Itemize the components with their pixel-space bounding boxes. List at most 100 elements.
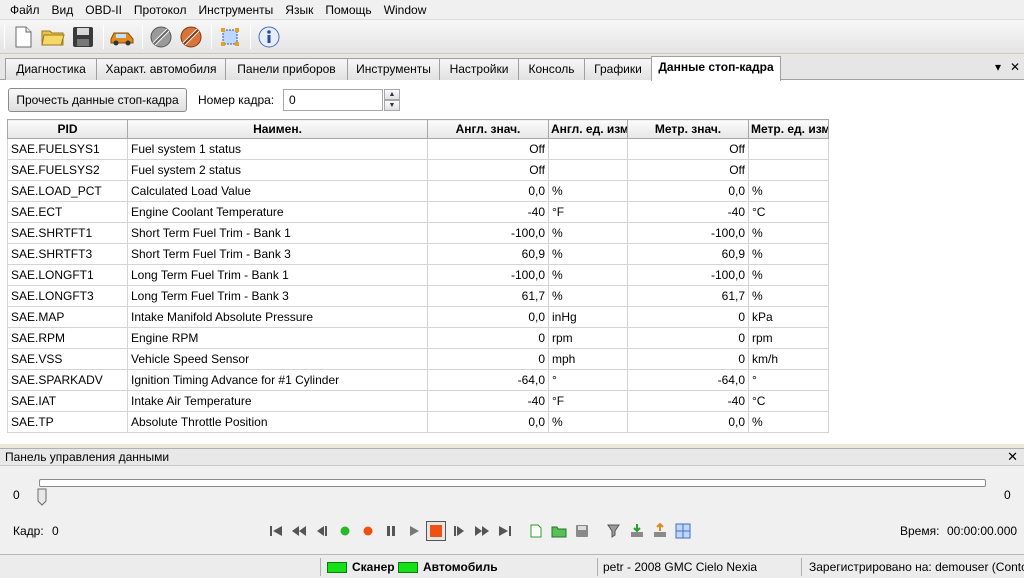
select-frame-icon[interactable]	[216, 23, 244, 51]
filter-icon[interactable]	[604, 521, 624, 541]
record-icon[interactable]	[358, 521, 378, 541]
menu-item-2[interactable]: OBD-II	[79, 0, 128, 20]
menu-item-5[interactable]: Язык	[279, 0, 319, 20]
tab-freeze-frame[interactable]: Данные стоп-кадра	[651, 56, 781, 81]
pid-cell: SAE.SPARKADV	[7, 369, 128, 391]
step-back-icon[interactable]	[312, 521, 332, 541]
tab-dashboards[interactable]: Панели приборов	[225, 58, 348, 80]
menu-item-4[interactable]: Инструменты	[192, 0, 279, 20]
spin-down-icon[interactable]: ▼	[384, 100, 400, 111]
menu-item-6[interactable]: Помощь	[319, 0, 377, 20]
menu-item-7[interactable]: Window	[378, 0, 433, 20]
name-cell: Vehicle Speed Sensor	[127, 348, 428, 370]
menu-bar: Файл Вид OBD-II Протокол Инструменты Язык Помо…	[0, 0, 1024, 20]
fast-forward-icon[interactable]	[472, 521, 492, 541]
stop-icon[interactable]	[426, 521, 446, 541]
toolbar-grip	[4, 24, 5, 49]
tab-graphs[interactable]: Графики	[584, 58, 652, 80]
new-file-icon[interactable]	[9, 23, 37, 51]
import-icon[interactable]	[627, 521, 647, 541]
tab-strip: Диагностика Характ. автомобиля Панели пр…	[0, 55, 1024, 81]
english-unit-cell	[548, 138, 628, 160]
english-value-cell: 60,9	[427, 243, 549, 265]
tab-vehicle-info[interactable]: Характ. автомобиля	[96, 58, 226, 80]
tab-tools[interactable]: Инструменты	[347, 58, 440, 80]
column-header-english-unit[interactable]: Англ. ед. изм.	[548, 119, 628, 139]
car-icon[interactable]	[108, 23, 136, 51]
toolbar-separator	[103, 24, 104, 49]
pid-cell: SAE.SHRTFT1	[7, 222, 128, 244]
open-folder-icon[interactable]	[39, 23, 67, 51]
table-row[interactable]: SAE.FUELSYS1 Fuel system 1 status Off Off	[7, 138, 829, 160]
table-row[interactable]: SAE.TP Absolute Throttle Position 0,0% 0,0%	[7, 411, 829, 433]
column-header-pid[interactable]: PID	[7, 119, 128, 139]
freeze-frame-panel: Прочесть данные стоп-кадра Номер кадра: …	[0, 80, 1024, 444]
open-log-icon[interactable]	[549, 521, 569, 541]
new-log-icon[interactable]	[526, 521, 546, 541]
table-row[interactable]: SAE.LONGFT3 Long Term Fuel Trim - Bank 36…	[7, 285, 829, 307]
english-unit-cell: inHg	[548, 306, 628, 328]
tab-menu-icon[interactable]: ▾	[990, 59, 1006, 75]
pause-icon[interactable]	[381, 521, 401, 541]
read-freeze-frame-button[interactable]: Прочесть данные стоп-кадра	[8, 88, 187, 112]
scanner-label: Сканер	[352, 560, 395, 574]
table-row[interactable]: SAE.VSS Vehicle Speed Sensor 0 mph 0 km/h	[7, 348, 829, 370]
english-unit-cell: °F	[548, 390, 628, 412]
table-row[interactable]: SAE.MAP Intake Manifold Absolute Pressure…	[7, 306, 829, 328]
play-icon[interactable]	[404, 521, 424, 541]
slider-thumb[interactable]	[37, 488, 47, 506]
play-green-icon[interactable]	[335, 521, 355, 541]
column-header-metric-value[interactable]: Метр. знач.	[627, 119, 749, 139]
english-value-cell: 0,0	[427, 411, 549, 433]
tab-close-icon[interactable]: ✕	[1007, 59, 1023, 75]
metric-value-cell: -100,0	[627, 222, 749, 244]
spin-up-icon[interactable]: ▲	[384, 89, 400, 100]
table-row[interactable]: SAE.SHRTFT3 Short Term Fuel Trim - Bank 3…	[7, 243, 829, 265]
skip-to-start-icon[interactable]	[266, 521, 286, 541]
metric-unit-cell: %	[748, 222, 829, 244]
connect-plug-icon[interactable]	[147, 23, 175, 51]
name-cell: Long Term Fuel Trim - Bank 3	[127, 285, 428, 307]
rewind-icon[interactable]	[289, 521, 309, 541]
column-header-name[interactable]: Наимен.	[127, 119, 428, 139]
save-disk-icon[interactable]	[69, 23, 97, 51]
english-unit-cell: °	[548, 369, 628, 391]
metric-unit-cell: °C	[748, 390, 829, 412]
name-cell: Ignition Timing Advance for #1 Cylinder	[127, 369, 428, 391]
column-header-metric-unit[interactable]: Метр. ед. изм	[748, 119, 829, 139]
slider-max-label: 0	[1004, 488, 1011, 502]
table-row[interactable]: SAE.ECT Engine Coolant Temperature -40 °F -4…	[7, 201, 829, 223]
step-forward-icon[interactable]	[449, 521, 469, 541]
table-row[interactable]: SAE.SHRTFT1 Short Term Fuel Trim - Bank 1…	[7, 222, 829, 244]
table-row[interactable]: SAE.SPARKADV Ignition Timing Advance for …	[7, 369, 829, 391]
metric-value-cell: 0,0	[627, 180, 749, 202]
english-value-cell: -100,0	[427, 222, 549, 244]
pid-cell: SAE.MAP	[7, 306, 128, 328]
tab-diagnostics[interactable]: Диагностика	[5, 58, 97, 80]
disconnect-plug-icon[interactable]	[177, 23, 205, 51]
menu-item-3[interactable]: Протокол	[128, 0, 193, 20]
name-cell: Fuel system 2 status	[127, 159, 428, 181]
english-unit-cell: %	[548, 222, 628, 244]
skip-to-end-icon[interactable]	[495, 521, 515, 541]
playback-slider[interactable]	[39, 479, 986, 487]
tab-console[interactable]: Консоль	[518, 58, 585, 80]
metric-unit-cell: rpm	[748, 327, 829, 349]
table-row[interactable]: SAE.IAT Intake Air Temperature -40 °F -40 °C	[7, 390, 829, 412]
table-row[interactable]: SAE.FUELSYS2 Fuel system 2 status Off Off	[7, 159, 829, 181]
menu-item-1[interactable]: Вид	[46, 0, 80, 20]
metric-value-cell: 60,9	[627, 243, 749, 265]
table-row[interactable]: SAE.RPM Engine RPM 0 rpm 0 rpm	[7, 327, 829, 349]
info-icon[interactable]	[255, 23, 283, 51]
column-header-english-value[interactable]: Англ. знач.	[427, 119, 549, 139]
metric-unit-cell: %	[748, 411, 829, 433]
export-icon[interactable]	[650, 521, 670, 541]
table-row[interactable]: SAE.LONGFT1 Long Term Fuel Trim - Bank 1-…	[7, 264, 829, 286]
table-row[interactable]: SAE.LOAD_PCT Calculated Load Value 0,0% 0,0…	[7, 180, 829, 202]
tab-settings[interactable]: Настройки	[439, 58, 519, 80]
save-log-icon[interactable]	[572, 521, 592, 541]
frame-number-input[interactable]: 0	[283, 89, 383, 111]
menu-item-0[interactable]: Файл	[4, 0, 46, 20]
panel-close-icon[interactable]: ✕	[1007, 449, 1018, 465]
settings-grid-icon[interactable]	[673, 521, 693, 541]
